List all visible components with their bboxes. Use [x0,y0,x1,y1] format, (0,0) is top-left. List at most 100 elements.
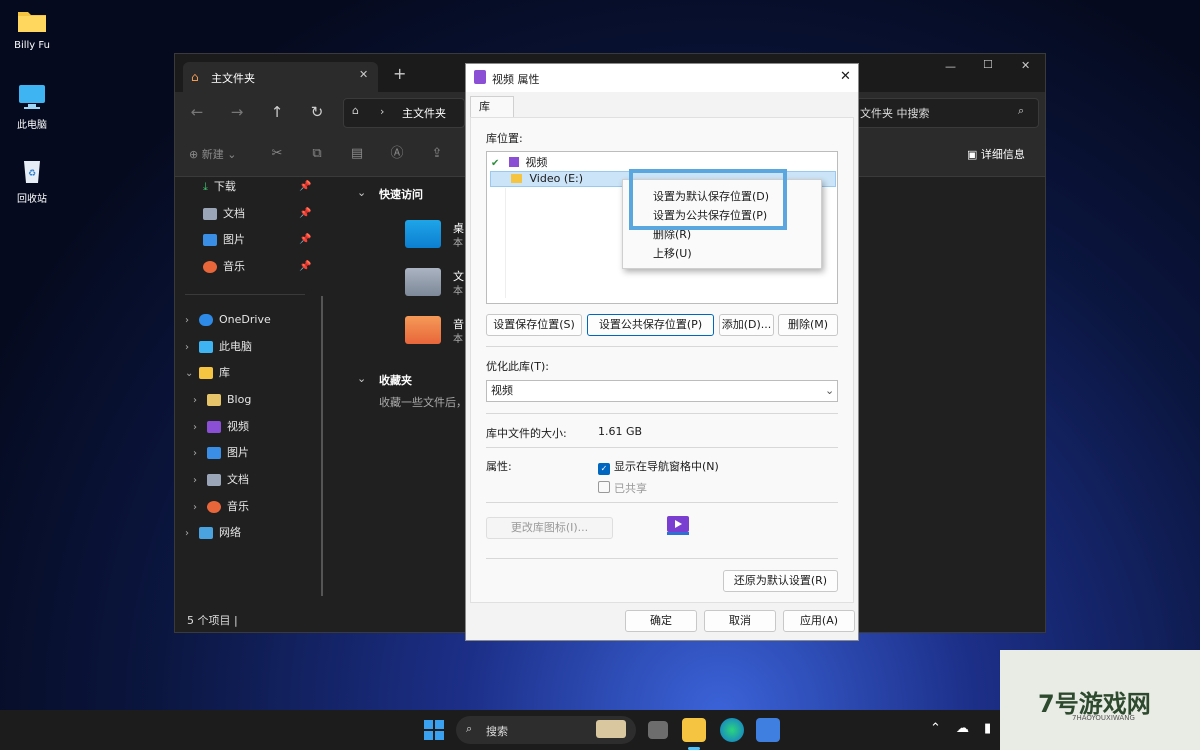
sidebar-item-libraries[interactable]: ⌄ 库 [185,362,230,384]
task-view-icon[interactable] [648,721,668,739]
file-explorer-icon[interactable] [682,718,706,742]
cancel-button[interactable]: 取消 [704,610,776,632]
divider [486,413,838,414]
new-tab-icon[interactable]: + [393,64,406,83]
ok-button[interactable]: 确定 [625,610,697,632]
document-icon [207,474,221,486]
share-icon[interactable]: ⇪ [429,146,445,162]
search-label: 搜索 [486,725,508,738]
pictures-icon [203,234,217,246]
up-icon[interactable]: ↑ [267,102,287,122]
desktop-icon-label: 此电脑 [17,120,47,131]
sidebar-item-network[interactable]: › 网络 [185,522,241,544]
explorer-tab-home[interactable]: ⌂ 主文件夹 ✕ [183,62,378,92]
desktop-icon-user-folder[interactable]: Billy Fu [8,8,56,51]
item-sub: 本 [453,286,463,297]
quick-access-chevron-icon[interactable]: ⌄ [357,186,366,199]
folder-icon [405,268,441,296]
cloud-off-icon[interactable]: ☁ [956,721,969,736]
usb-icon[interactable]: ▮ [984,721,991,736]
quick-access-item[interactable]: 音 本 [405,316,465,356]
size-value: 1.61 GB [598,425,643,438]
apply-button[interactable]: 应用(A) [783,610,855,632]
back-icon[interactable]: ← [187,102,207,122]
sidebar-item-documents[interactable]: 文档 📌 [203,203,311,225]
library-video-icon [666,514,690,536]
tab-library[interactable]: 库 [470,96,514,118]
set-public-save-location-button[interactable]: 设置公共保存位置(P) [587,314,714,336]
refresh-icon[interactable]: ↻ [307,102,327,122]
forward-icon[interactable]: → [227,102,247,122]
folder-icon [199,367,213,379]
edge-icon[interactable] [720,718,744,742]
show-in-nav-checkbox[interactable]: ✓ 显示在导航窗格中(N) [598,458,719,475]
divider [486,447,838,448]
sidebar-item-blog[interactable]: › Blog [193,389,251,411]
sidebar-item-this-pc[interactable]: › 此电脑 [185,336,252,358]
favorites-header[interactable]: 收藏夹 [379,372,412,388]
details-pane-icon: ▣ [967,148,978,161]
home-icon: ⌂ [191,70,199,84]
favorites-chevron-icon[interactable]: ⌄ [357,372,366,385]
pin-icon: 📌 [299,208,312,219]
remove-button[interactable]: 删除(M) [778,314,838,336]
add-circle-icon: ⊕ [189,148,199,161]
sidebar-item-label: 此电脑 [219,340,252,353]
chevron-up-icon[interactable]: ⌃ [930,721,941,736]
sidebar-item-label: 音乐 [223,260,245,273]
dialog-tabs: 库 [466,92,858,118]
rename-icon[interactable]: Ⓐ [389,146,405,162]
search-icon: ⌕ [1018,104,1025,117]
close-icon[interactable]: ✕ [840,69,851,84]
copy-icon[interactable]: ⧉ [309,146,325,162]
sidebar-scrollbar[interactable] [321,296,323,596]
search-icon: ⌕ [466,722,473,735]
checkbox-checked-icon: ✓ [598,463,610,475]
sidebar-item-music[interactable]: 音乐 📌 [203,256,311,278]
address-bar[interactable]: ⌂ › 主文件夹 [343,98,465,128]
pin-icon: 📌 [299,261,312,272]
set-save-location-button[interactable]: 设置保存位置(S) [486,314,582,336]
windows-start-icon[interactable] [424,720,444,740]
tree-item-root[interactable]: ✔ 视频 [491,154,547,170]
menu-item-move-up[interactable]: 上移(U) [653,245,692,263]
cut-icon[interactable]: ✂ [269,146,285,162]
store-icon[interactable] [756,718,780,742]
sidebar-item-pictures[interactable]: 图片 📌 [203,229,311,251]
chevron-right-icon: › [193,448,197,459]
details-button[interactable]: ▣ 详细信息 [967,146,1025,162]
details-label: 详细信息 [980,148,1025,161]
close-window-icon[interactable]: ✕ [1021,59,1030,72]
sidebar-item-label: 网络 [219,526,241,539]
tree-item-label: Video (E:) [529,172,584,185]
dialog-title-bar: 视频 属性 ✕ [466,64,858,92]
quick-access-item[interactable]: 桌 本 [405,220,465,260]
paste-icon[interactable]: ▤ [349,146,365,162]
sidebar-item-label: 图片 [227,446,249,459]
add-button[interactable]: 添加(D)... [719,314,774,336]
sidebar-item-videos[interactable]: › 视频 [193,416,249,438]
chevron-right-icon: › [193,502,197,513]
sidebar-item-onedrive[interactable]: › OneDrive [185,309,271,331]
chevron-right-icon: › [185,342,189,353]
maximize-icon[interactable]: ☐ [983,58,993,71]
minimize-icon[interactable]: — [945,60,956,73]
watermark: 7号游戏网 7HAOYOUXIWANG [1000,650,1200,750]
optimize-select[interactable]: 视频 ⌄ [486,380,838,402]
sidebar-item-pictures-lib[interactable]: › 图片 [193,442,249,464]
quick-access-item[interactable]: 文 本 [405,268,465,308]
sidebar-item-music-lib[interactable]: › 音乐 [193,496,249,518]
sidebar-item-documents-lib[interactable]: › 文档 [193,469,249,491]
taskbar-search[interactable]: ⌕ 搜索 [456,716,636,744]
sidebar-item-downloads[interactable]: ⤓ 下载 📌 [203,176,311,198]
dialog-title: 视频 属性 [492,73,540,86]
watermark-sub: 7HAOYOUXIWANG [1072,714,1135,722]
desktop-icon-this-pc[interactable]: 此电脑 [8,84,56,131]
desktop-icon-recycle-bin[interactable]: ♻ 回收站 [8,158,56,205]
new-button[interactable]: ⊕ 新建 ⌄ [189,146,236,162]
close-tab-icon[interactable]: ✕ [359,68,368,81]
restore-defaults-button[interactable]: 还原为默认设置(R) [723,570,838,592]
attributes-label: 属性: [486,460,512,473]
download-icon: ⤓ [203,180,208,193]
quick-access-header[interactable]: 快速访问 [379,186,423,202]
